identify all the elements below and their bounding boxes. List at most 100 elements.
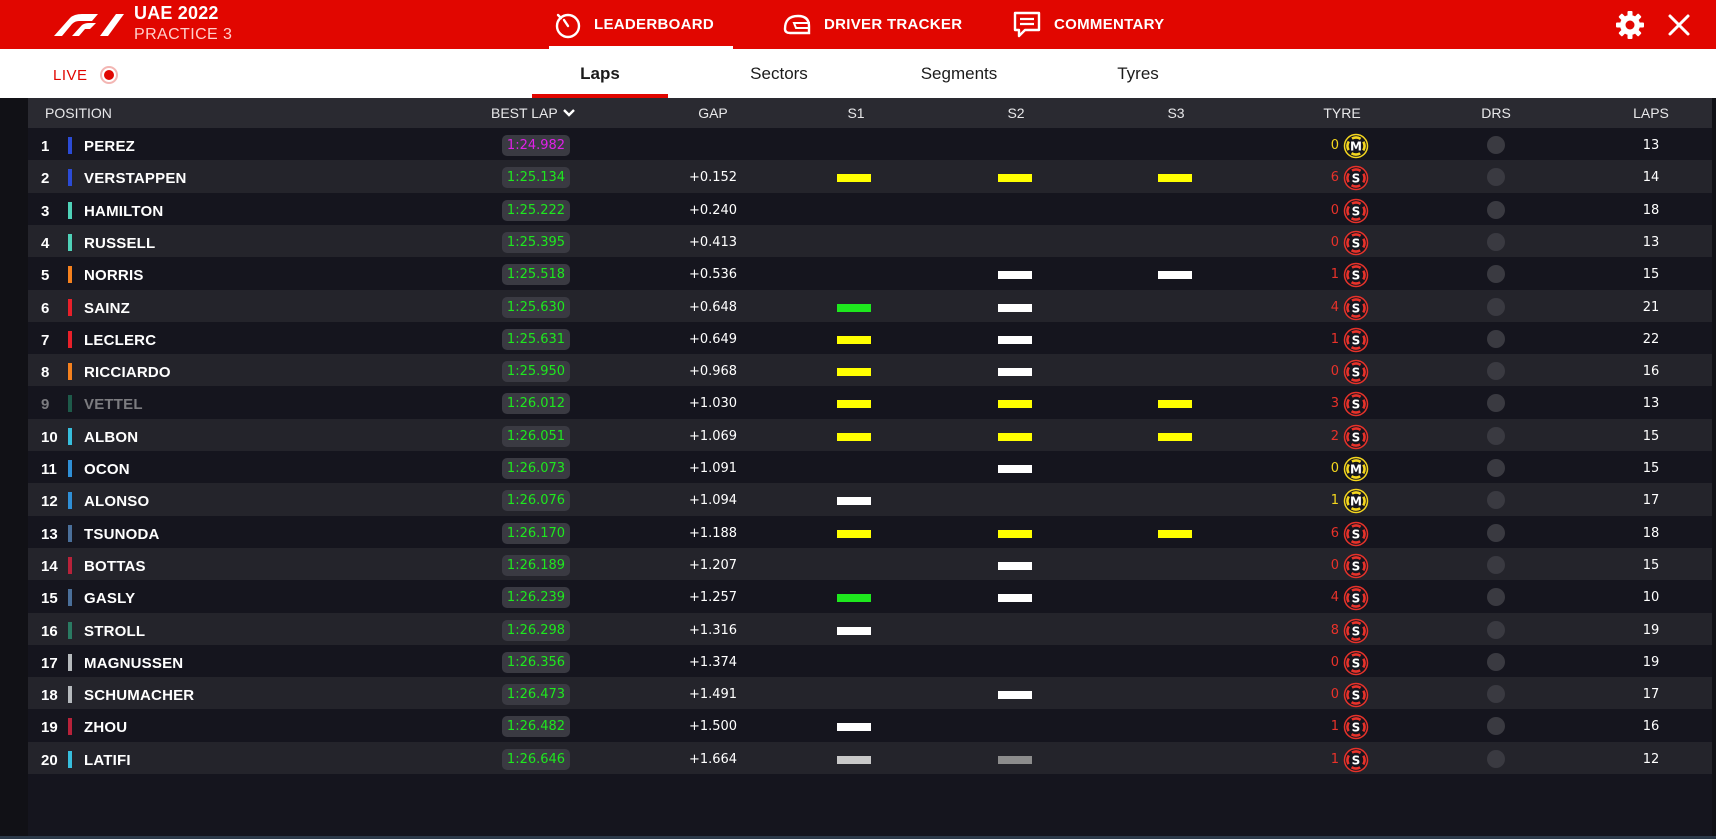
stopwatch-icon	[555, 13, 581, 38]
subtab-tyres[interactable]: Tyres	[1098, 49, 1178, 98]
table-row[interactable]: 11 OCON 1:26.073 +1.091 0 M 15	[28, 451, 1712, 484]
lap-count: 10	[1642, 590, 1660, 606]
driver-name: SCHUMACHER	[84, 687, 195, 705]
gap-value: +1.069	[688, 428, 738, 444]
sector-s1-bar	[837, 626, 871, 635]
team-color-bar	[68, 266, 72, 284]
soft-tyre-icon: S	[1343, 715, 1369, 740]
table-row[interactable]: 13 TSUNODA 1:26.170 +1.188 6 S 18	[28, 515, 1712, 548]
table-row[interactable]: 6 SAINZ 1:25.630 +0.648 4 S 21	[28, 289, 1712, 322]
table-row[interactable]: 5 NORRIS 1:25.518 +0.536 1 S 15	[28, 257, 1712, 290]
tyre-compound: S	[1352, 333, 1361, 347]
best-lap-time: 1:25.134	[502, 167, 570, 189]
gap-value: +0.152	[688, 170, 738, 186]
header-laps[interactable]: LAPS	[1626, 105, 1676, 121]
tyre-compound: S	[1352, 269, 1361, 283]
header-gap[interactable]: GAP	[680, 105, 746, 121]
table-row[interactable]: 4 RUSSELL 1:25.395 +0.413 0 S 13	[28, 224, 1712, 258]
header-s1[interactable]: S1	[842, 105, 870, 121]
table-row[interactable]: 19 ZHOU 1:26.482 +1.500 1 S 16	[28, 709, 1712, 742]
soft-tyre-icon: S	[1343, 262, 1369, 288]
tyre-compound: S	[1352, 624, 1361, 638]
tyre-age: 0	[1330, 234, 1339, 250]
row-position: 9	[41, 396, 50, 414]
sector-s1-bar	[837, 368, 871, 377]
table-row[interactable]: 20 LATIFI 1:26.646 +1.664 1 S 12	[28, 741, 1712, 774]
gear-icon[interactable]	[1615, 10, 1645, 40]
gap-value: +1.491	[688, 687, 738, 703]
table-row[interactable]: 14 BOTTAS 1:26.189 +1.207 0 S 15	[28, 547, 1712, 581]
team-color-bar	[68, 524, 72, 542]
soft-tyre-icon: S	[1343, 682, 1369, 708]
header-position[interactable]: POSITION	[45, 105, 112, 121]
team-color-bar	[68, 589, 72, 607]
lap-count: 13	[1642, 138, 1660, 153]
tyre-age: 0	[1330, 687, 1339, 703]
soft-tyre-icon: S	[1343, 295, 1369, 320]
header-drs[interactable]: DRS	[1476, 105, 1516, 121]
lap-count: 16	[1642, 364, 1660, 380]
sector-s1-bar	[837, 174, 871, 183]
subtab-segments[interactable]: Segments	[907, 49, 1011, 98]
table-row[interactable]: 8 RICCIARDO 1:25.950 +0.968 0 S 16	[28, 354, 1712, 387]
drs-indicator	[1487, 329, 1505, 348]
tyre-compound: S	[1352, 527, 1361, 541]
tab-leaderboard-label: LEADERBOARD	[594, 16, 714, 33]
table-row[interactable]: 18 SCHUMACHER 1:26.473 +1.491 0 S 17	[28, 677, 1712, 710]
header-s3[interactable]: S3	[1162, 105, 1190, 121]
table-row[interactable]: 7 LECLERC 1:25.631 +0.649 1 S 22	[28, 321, 1712, 355]
table-row[interactable]: 16 STROLL 1:26.298 +1.316 8 S 19	[28, 612, 1712, 645]
row-position: 10	[41, 428, 58, 446]
table-row[interactable]: 2 VERSTAPPEN 1:25.134 +0.152 6 S 14	[28, 160, 1712, 193]
drs-indicator	[1487, 588, 1505, 607]
row-position: 12	[41, 493, 58, 511]
table-row[interactable]: 10 ALBON 1:26.051 +1.069 2 S 15	[28, 418, 1712, 451]
tyre-age: 1	[1330, 267, 1339, 283]
team-color-bar	[68, 298, 72, 316]
gap-value: +1.500	[688, 719, 738, 735]
tab-commentary[interactable]: COMMENTARY	[1012, 0, 1165, 49]
table-row[interactable]: 9 VETTEL 1:26.012 +1.030 3 S 13	[28, 386, 1712, 419]
drs-indicator	[1487, 232, 1505, 251]
tyre-age: 1	[1330, 493, 1339, 509]
tab-driver-tracker[interactable]: DRIVER TRACKER	[782, 0, 962, 49]
tyre-age: 1	[1330, 719, 1339, 735]
sector-s1-bar	[837, 400, 871, 409]
subtab-laps[interactable]: Laps	[532, 49, 668, 98]
driver-name: BOTTAS	[84, 557, 146, 575]
table-row[interactable]: 3 HAMILTON 1:25.222 +0.240 0 S 18	[28, 192, 1712, 225]
subtab-sectors[interactable]: Sectors	[729, 49, 829, 98]
tab-leaderboard[interactable]: LEADERBOARD	[549, 0, 733, 49]
row-position: 14	[41, 557, 58, 575]
header-best-lap[interactable]: BEST LAP	[491, 105, 576, 121]
table-row[interactable]: 15 GASLY 1:26.239 +1.257 4 S 10	[28, 580, 1712, 613]
best-lap-time: 1:24.982	[502, 135, 570, 156]
drs-indicator	[1487, 491, 1505, 510]
header-s2[interactable]: S2	[1002, 105, 1030, 121]
driver-name: ZHOU	[84, 719, 128, 737]
driver-name: LECLERC	[84, 331, 157, 349]
medium-tyre-icon: M	[1343, 456, 1369, 482]
table-row[interactable]: 17 MAGNUSSEN 1:26.356 +1.374 0 S 19	[28, 644, 1712, 678]
header-tyre[interactable]: TYRE	[1317, 105, 1367, 121]
close-icon[interactable]	[1665, 11, 1693, 39]
tyre-age: 1	[1330, 751, 1339, 767]
tyre-compound: S	[1352, 301, 1361, 315]
gap-value: +0.240	[688, 202, 738, 218]
best-lap-time: 1:25.518	[502, 264, 570, 286]
table-row[interactable]: 12 ALONSO 1:26.076 +1.094 1 M 17	[28, 483, 1712, 516]
driver-name: HAMILTON	[84, 202, 164, 220]
soft-tyre-icon: S	[1343, 747, 1369, 772]
sector-s1-bar	[837, 335, 871, 344]
gap-value: +0.968	[688, 364, 738, 380]
sector-s1-bar	[837, 594, 871, 603]
row-position: 4	[41, 234, 50, 252]
subtab-tyres-label: Tyres	[1117, 63, 1159, 83]
table-row[interactable]: 1 PEREZ 1:24.982 0 M 13	[28, 128, 1712, 161]
drs-indicator	[1487, 749, 1505, 768]
tyre-compound: M	[1350, 463, 1362, 477]
tyre-compound: S	[1352, 204, 1361, 218]
row-position: 6	[41, 299, 50, 317]
tyre-compound: M	[1350, 495, 1362, 509]
driver-name: ALBON	[84, 428, 139, 446]
